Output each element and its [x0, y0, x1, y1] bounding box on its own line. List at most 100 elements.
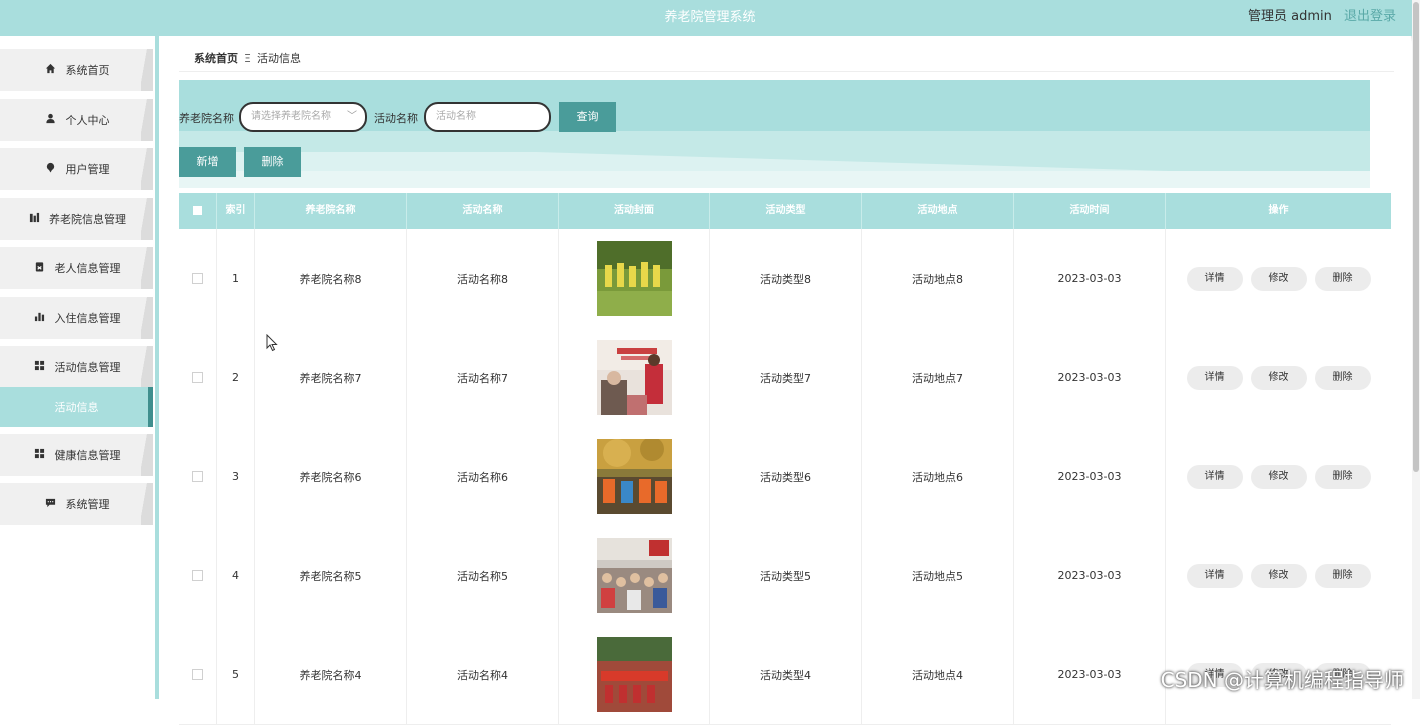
table-row: 4 养老院名称5 活动名称5 活动类型5 活动地点5 2023-03-03 详情… [179, 526, 1391, 626]
row-delete-button[interactable]: 删除 [1314, 563, 1371, 588]
row-checkbox[interactable] [192, 273, 203, 284]
row-checkbox[interactable] [192, 471, 203, 482]
time-cell: 2023-03-03 [1014, 229, 1166, 328]
cover-cell [559, 526, 710, 625]
activity-cover-image[interactable] [596, 241, 672, 316]
row-delete-button[interactable]: 删除 [1314, 365, 1371, 390]
row-checkbox[interactable] [192, 570, 203, 581]
search-band-bottom [179, 171, 1370, 188]
detail-button[interactable]: 详情 [1186, 464, 1243, 489]
cover-cell [559, 427, 710, 526]
top-bar: 养老院管理系统 管理员 admin 退出登录 [0, 0, 1420, 36]
type-cell: 活动类型8 [710, 229, 862, 328]
index-cell: 1 [217, 229, 255, 328]
breadcrumb-separator: Ξ [244, 52, 251, 65]
sidebar-item-label: 用户管理 [65, 163, 110, 176]
activity-name-cell: 活动名称8 [407, 229, 559, 328]
logout-link[interactable]: 退出登录 [1344, 9, 1396, 24]
activity-cover-image[interactable] [596, 439, 672, 514]
index-cell: 3 [217, 427, 255, 526]
actions-cell: 详情 修改 删除 [1166, 229, 1391, 328]
sidebar-item-label: 入住信息管理 [54, 312, 121, 325]
row-delete-button[interactable]: 删除 [1314, 266, 1371, 291]
actions-cell: 详情 修改 删除 [1166, 328, 1391, 427]
user-icon [44, 113, 58, 127]
actions-cell: 详情 修改 删除 [1166, 427, 1391, 526]
sidebar-item-system[interactable]: 系统管理 [0, 483, 153, 525]
sidebar-item-elderly[interactable]: 老人信息管理 [0, 247, 153, 289]
edit-button[interactable]: 修改 [1250, 563, 1307, 588]
breadcrumb-divider [179, 71, 1394, 72]
sidebar-item-health[interactable]: 健康信息管理 [0, 434, 153, 476]
table-row: 1 养老院名称8 活动名称8 活动类型8 活动地点8 2023-03-03 详情… [179, 229, 1391, 329]
watermark-text: CSDN @计算机编程指导师 [1160, 668, 1404, 692]
sidebar-item-label: 养老院信息管理 [49, 213, 126, 226]
edit-button[interactable]: 修改 [1250, 365, 1307, 390]
column-header-type: 活动类型 [710, 193, 862, 229]
place-cell: 活动地点7 [862, 328, 1014, 427]
index-cell: 4 [217, 526, 255, 625]
type-cell: 活动类型5 [710, 526, 862, 625]
breadcrumb: 系统首页 Ξ 活动信息 [194, 50, 301, 66]
row-checkbox[interactable] [192, 669, 203, 680]
sidebar-subitem-activity-info[interactable]: 活动信息 [0, 387, 153, 427]
sidebar-item-checkin[interactable]: 入住信息管理 [0, 297, 153, 339]
detail-button[interactable]: 详情 [1186, 266, 1243, 291]
column-header-activity-name: 活动名称 [407, 193, 559, 229]
sidebar-item-label: 老人信息管理 [54, 262, 121, 275]
column-header-time: 活动时间 [1014, 193, 1166, 229]
activity-name-input[interactable]: 活动名称 [424, 102, 551, 132]
page-scrollbar[interactable] [1412, 0, 1420, 699]
main-content: 系统首页 Ξ 活动信息 养老院名称 请选择养老院名称 ﹀ 活动名称 活动名称 查询 … [159, 36, 1411, 725]
place-cell: 活动地点4 [862, 625, 1014, 724]
delete-button[interactable]: 删除 [244, 147, 301, 177]
place-cell: 活动地点5 [862, 526, 1014, 625]
row-checkbox[interactable] [192, 372, 203, 383]
user-name: 管理员 admin [1247, 9, 1332, 24]
activity-name-cell: 活动名称5 [407, 526, 559, 625]
nursing-home-select[interactable]: 请选择养老院名称 ﹀ [239, 102, 367, 132]
breadcrumb-current: 活动信息 [256, 52, 301, 65]
table-row: 2 养老院名称7 活动名称7 活动类型7 活动地点7 2023-03-03 详情… [179, 328, 1391, 428]
sidebar-item-user-management[interactable]: 用户管理 [0, 148, 153, 190]
nursing-home-label: 养老院名称 [179, 112, 234, 125]
select-all-checkbox[interactable] [193, 205, 202, 215]
activity-cover-image[interactable] [596, 340, 672, 415]
place-cell: 活动地点6 [862, 427, 1014, 526]
row-checkbox-cell [179, 625, 217, 724]
select-all-header [179, 193, 217, 229]
bar-chart-icon [33, 311, 47, 325]
sidebar-item-personal-center[interactable]: 个人中心 [0, 99, 153, 141]
sidebar-item-activity-management[interactable]: 活动信息管理 [0, 346, 153, 388]
cover-cell [559, 625, 710, 724]
activity-cover-image[interactable] [596, 538, 672, 613]
column-header-place: 活动地点 [862, 193, 1014, 229]
clipboard-icon [33, 261, 47, 275]
index-cell: 5 [217, 625, 255, 724]
pin-icon [44, 162, 58, 176]
row-delete-button[interactable]: 删除 [1314, 464, 1371, 489]
breadcrumb-home[interactable]: 系统首页 [194, 52, 238, 65]
time-cell: 2023-03-03 [1014, 526, 1166, 625]
building-icon [27, 212, 41, 226]
type-cell: 活动类型6 [710, 427, 862, 526]
activity-name-label: 活动名称 [374, 112, 418, 125]
detail-button[interactable]: 详情 [1186, 365, 1243, 390]
query-button[interactable]: 查询 [559, 102, 616, 132]
detail-button[interactable]: 详情 [1186, 563, 1243, 588]
cover-cell [559, 328, 710, 427]
edit-button[interactable]: 修改 [1250, 266, 1307, 291]
chat-icon [44, 497, 58, 511]
sidebar-item-label: 个人中心 [65, 114, 110, 127]
mouse-cursor-icon [266, 334, 278, 352]
sidebar-item-label: 活动信息 [54, 401, 99, 414]
edit-button[interactable]: 修改 [1250, 464, 1307, 489]
sidebar-item-home[interactable]: 系统首页 [0, 49, 153, 91]
cover-cell [559, 229, 710, 328]
scrollbar-thumb[interactable] [1413, 2, 1419, 472]
add-button[interactable]: 新增 [179, 147, 236, 177]
time-cell: 2023-03-03 [1014, 625, 1166, 724]
column-header-home: 养老院名称 [255, 193, 407, 229]
sidebar-item-nursing-home[interactable]: 养老院信息管理 [0, 198, 153, 240]
activity-cover-image[interactable] [596, 637, 672, 712]
